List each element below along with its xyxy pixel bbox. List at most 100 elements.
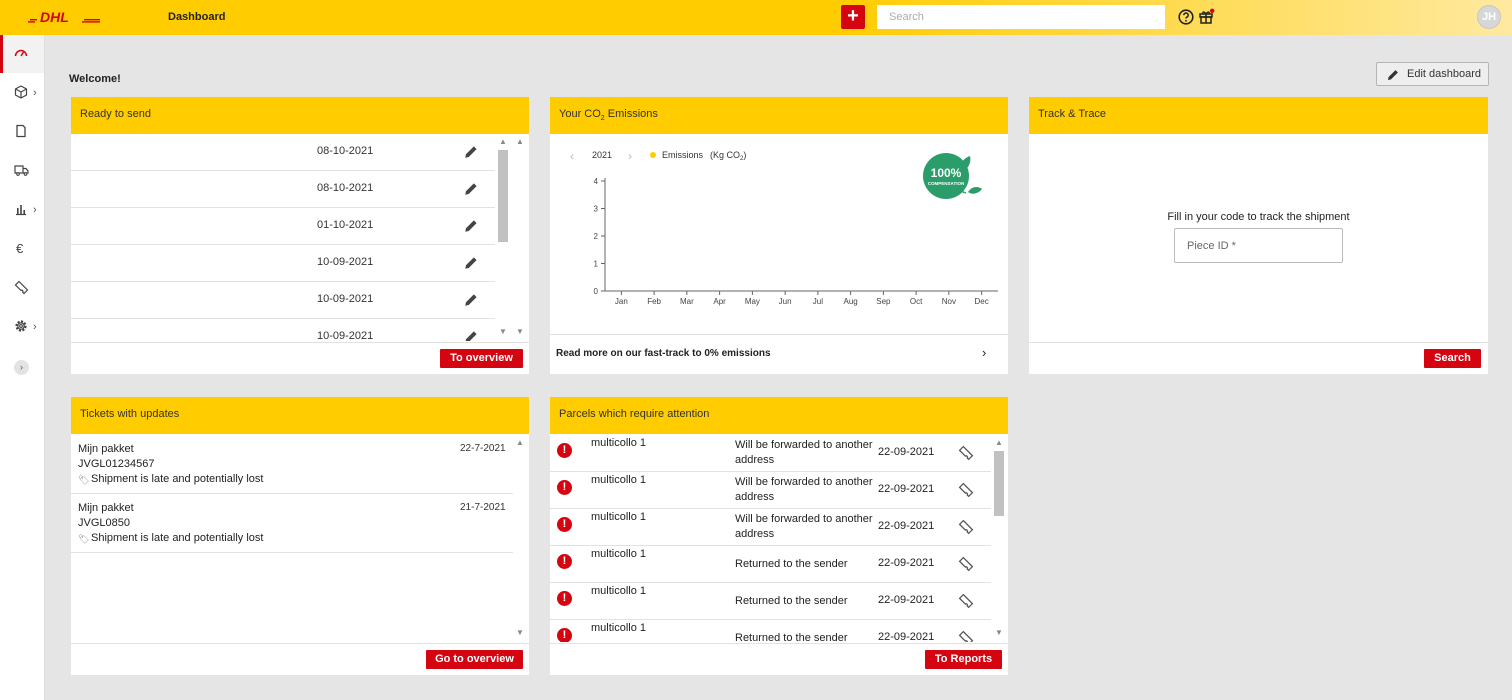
track-trace-card: Track & Trace Fill in your code to track… (1029, 97, 1488, 374)
scrollbar[interactable]: ▲ ▼ (992, 435, 1006, 642)
ticket-item[interactable]: Mijn pakket JVGL01234567 🏷 Shipment is l… (71, 435, 513, 494)
y-tick-label: 3 (594, 205, 599, 214)
year-prev-icon[interactable]: ‹ (570, 149, 574, 163)
search-button[interactable]: Search (1424, 349, 1481, 368)
truck-icon (14, 165, 29, 176)
alert-icon: ! (557, 517, 572, 532)
sidebar-item-dashboard[interactable] (0, 35, 44, 73)
go-to-overview-button[interactable]: Go to overview (426, 650, 523, 669)
scroll-up-arrow[interactable]: ▲ (516, 438, 524, 447)
to-overview-button[interactable]: To overview (440, 349, 523, 368)
ticket-code: JVGL0850 (78, 517, 130, 529)
card-title: Your CO2 Emissions (550, 97, 1008, 134)
help-icon[interactable] (1178, 9, 1194, 25)
scroll-up-arrow[interactable]: ▲ (499, 137, 507, 146)
scrollbar-thumb[interactable] (498, 150, 508, 242)
card-title-pre: Your CO (559, 108, 601, 120)
sidebar-expand-button[interactable]: › (14, 360, 29, 375)
piece-id-input[interactable] (1174, 228, 1343, 263)
chevron-right-icon[interactable]: › (982, 345, 986, 360)
to-reports-button[interactable]: To Reports (925, 650, 1002, 669)
legend-unit: (Kg CO2) (710, 150, 746, 162)
pencil-icon[interactable] (463, 255, 479, 271)
parcel-status: Will be forwarded to another address (735, 439, 873, 466)
x-tick-label: Aug (844, 297, 858, 306)
divider (550, 334, 1008, 335)
gear-icon (15, 320, 27, 332)
parcel-date: 22-09-2021 (878, 446, 935, 458)
scroll-down-arrow[interactable]: ▼ (516, 327, 524, 336)
x-tick-label: Jul (813, 297, 823, 306)
ticket-icon[interactable] (958, 630, 974, 642)
scrollbar[interactable]: ▲ ▼ (496, 134, 510, 341)
ticket-icon (14, 280, 29, 295)
pencil-icon[interactable] (463, 292, 479, 308)
alert-icon: ! (557, 554, 572, 569)
scroll-down-arrow[interactable]: ▼ (516, 628, 524, 637)
svg-text:€: € (16, 241, 24, 255)
table-row[interactable]: ! multicollo 1 Will be forwarded to anot… (550, 472, 991, 509)
ship-date: 08-10-2021 (317, 145, 374, 157)
list-item[interactable]: 01-10-2021 (71, 208, 495, 245)
table-row[interactable]: ! multicollo 1 Will be forwarded to anot… (550, 509, 991, 546)
bar-chart-icon (16, 205, 26, 216)
scroll-up-arrow[interactable]: ▲ (516, 137, 524, 146)
ticket-icon[interactable] (958, 445, 974, 461)
pencil-icon[interactable] (463, 218, 479, 234)
parcel-status: Will be forwarded to another address (735, 513, 873, 540)
ticket-item[interactable]: Mijn pakket JVGL0850 🏷 Shipment is late … (71, 494, 513, 553)
pencil-icon[interactable] (463, 329, 479, 341)
notification-dot (1210, 8, 1215, 13)
sidebar-item-transport[interactable] (0, 152, 44, 190)
gift-icon[interactable] (1198, 8, 1215, 25)
sidebar-item-shipments[interactable]: › (0, 74, 44, 112)
table-row[interactable]: ! multicollo 1 Returned to the sender 22… (550, 583, 991, 620)
pencil-icon[interactable] (463, 181, 479, 197)
parcel-date: 22-09-2021 (878, 631, 935, 642)
ticket-icon[interactable] (958, 482, 974, 498)
sidebar-item-tickets[interactable] (0, 269, 44, 307)
x-tick-label: Jun (779, 297, 792, 306)
table-row[interactable]: ! multicollo 1 Returned to the sender 22… (550, 546, 991, 583)
emissions-info-link[interactable]: Read more on our fast-track to 0% emissi… (556, 348, 771, 359)
sidebar-item-reports[interactable]: › (0, 191, 44, 229)
year-next-icon[interactable]: › (628, 149, 632, 163)
scrollbar[interactable]: ▲ ▼ (513, 435, 527, 642)
list-item[interactable]: 08-10-2021 (71, 171, 495, 208)
sidebar-item-finance[interactable]: € (0, 230, 44, 268)
legend-label: Emissions (662, 150, 704, 160)
table-row[interactable]: ! multicollo 1 Returned to the sender 22… (550, 620, 991, 642)
year-label: 2021 (592, 150, 612, 160)
sidebar-item-settings[interactable]: › (0, 308, 44, 346)
add-button[interactable]: + (841, 5, 865, 29)
pencil-icon[interactable] (463, 144, 479, 160)
search-input[interactable] (877, 5, 1165, 29)
avatar[interactable]: JH (1477, 5, 1501, 29)
scrollbar[interactable]: ▲ ▼ (513, 134, 527, 341)
table-row[interactable]: ! multicollo 1 Will be forwarded to anot… (550, 435, 991, 472)
scrollbar-thumb[interactable] (994, 451, 1004, 516)
chevron-right-icon: › (33, 204, 37, 216)
track-instruction: Fill in your code to track the shipment (1167, 211, 1350, 223)
list-item[interactable]: 10-09-2021 (71, 245, 495, 282)
y-tick-label: 4 (594, 177, 599, 186)
page-title: Dashboard (168, 11, 226, 23)
divider (1029, 342, 1488, 343)
ticket-icon[interactable] (958, 519, 974, 535)
list-item[interactable]: 10-09-2021 (71, 282, 495, 319)
ticket-icon[interactable] (958, 556, 974, 572)
scroll-down-arrow[interactable]: ▼ (995, 628, 1003, 637)
card-title-post: Emissions (604, 108, 658, 120)
x-tick-label: Sep (876, 297, 891, 306)
scroll-up-arrow[interactable]: ▲ (995, 438, 1003, 447)
sidebar-item-documents[interactable] (0, 113, 44, 151)
x-tick-label: Oct (910, 297, 923, 306)
dhl-logo[interactable]: DHL (26, 8, 106, 26)
edit-dashboard-button[interactable]: Edit dashboard (1376, 62, 1489, 86)
list-item[interactable]: 10-09-2021 (71, 319, 495, 341)
card-title: Track & Trace (1029, 97, 1488, 134)
list-item[interactable]: 08-10-2021 (71, 134, 495, 171)
alert-icon: ! (557, 443, 572, 458)
scroll-down-arrow[interactable]: ▼ (499, 327, 507, 336)
ticket-icon[interactable] (958, 593, 974, 609)
